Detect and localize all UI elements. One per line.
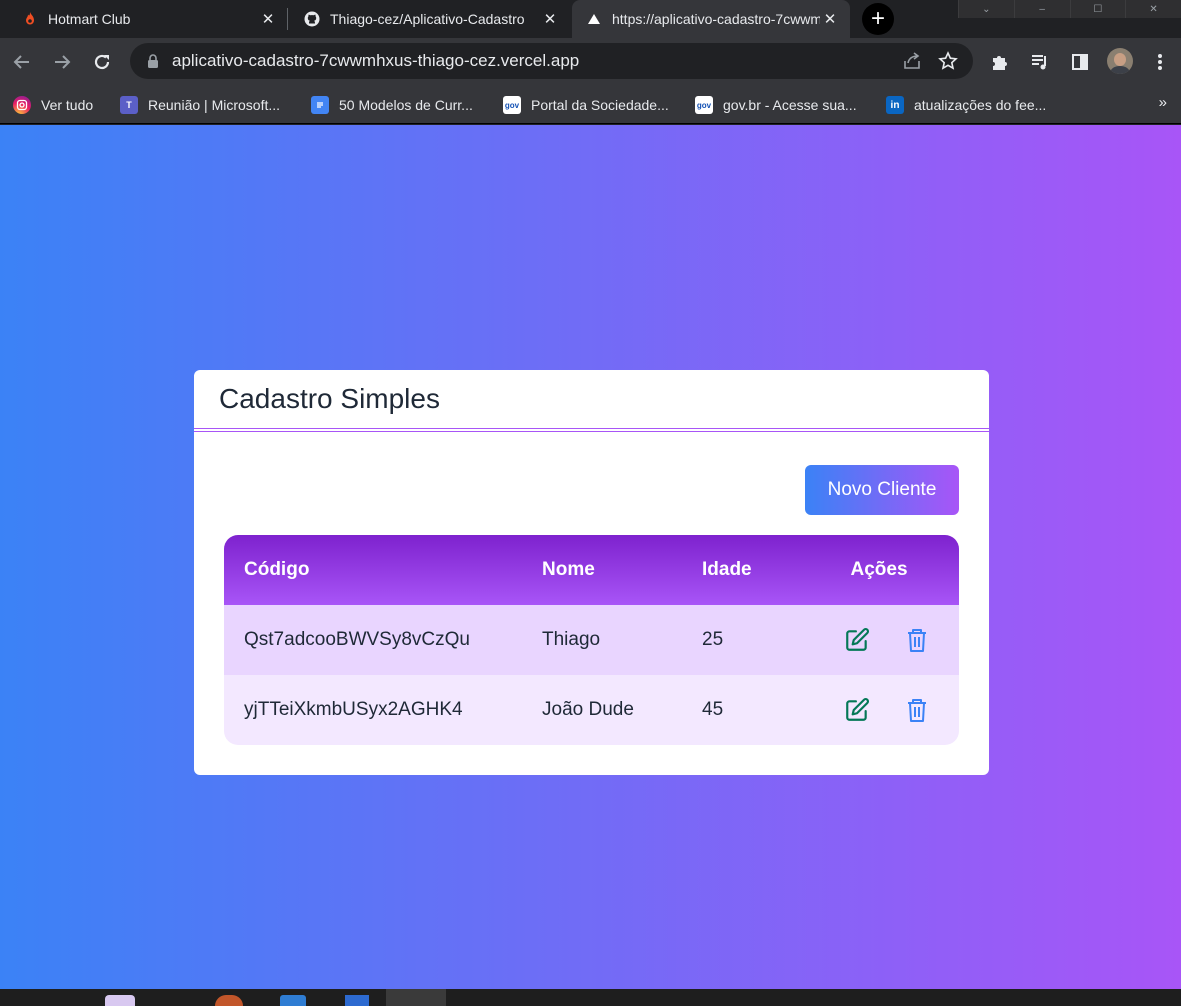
close-icon[interactable]: ✕ <box>540 9 560 29</box>
cell-nome: João Dude <box>542 699 634 720</box>
bookmark-portal-sociedade[interactable]: gov Portal da Sociedade... <box>503 94 669 116</box>
edit-icon[interactable] <box>844 697 870 723</box>
taskbar-widget-icon[interactable] <box>105 995 135 1006</box>
forward-button[interactable] <box>50 50 74 74</box>
docs-icon <box>311 96 329 114</box>
profile-avatar[interactable] <box>1107 48 1133 74</box>
minimize-icon[interactable]: – <box>1013 0 1070 18</box>
column-header-idade: Idade <box>702 559 752 580</box>
trash-icon[interactable] <box>904 627 930 653</box>
maximize-icon[interactable]: ☐ <box>1069 0 1126 18</box>
cell-codigo: yjTTeiXkmbUSyx2AGHK4 <box>244 699 463 720</box>
taskbar-app-icon[interactable] <box>280 995 306 1006</box>
tab-title: Hotmart Club <box>48 11 131 27</box>
column-header-acoes: Ações <box>850 559 908 580</box>
bookmark-gov-br[interactable]: gov gov.br - Acesse sua... <box>695 94 857 116</box>
side-panel-button[interactable] <box>1068 50 1092 74</box>
side-panel-icon <box>1072 54 1088 70</box>
os-taskbar <box>0 989 1181 1006</box>
cell-idade: 45 <box>702 699 724 720</box>
page-background: Cadastro Simples Novo Cliente Código Nom… <box>0 125 1181 989</box>
media-control-button[interactable] <box>1028 50 1052 74</box>
reload-button[interactable] <box>90 50 114 74</box>
star-bookmark-icon[interactable] <box>937 50 959 72</box>
column-header-nome: Nome <box>542 559 595 580</box>
bookmark-ver-tudo[interactable]: Ver tudo <box>13 94 93 116</box>
puzzle-icon <box>993 56 1007 70</box>
bookmark-label: Portal da Sociedade... <box>531 97 669 113</box>
tab-separator <box>287 8 288 30</box>
bookmark-label: atualizações do fee... <box>914 97 1047 113</box>
page-title: Cadastro Simples <box>219 383 440 414</box>
bookmark-linkedin[interactable]: in atualizações do fee... <box>886 94 1046 116</box>
cell-idade: 25 <box>702 629 724 650</box>
table-header: Código Nome Idade Ações <box>224 535 959 605</box>
tab-vercel-app[interactable]: https://aplicativo-cadastro-7cwwmhxus ✕ <box>572 0 850 38</box>
extensions-button[interactable] <box>988 50 1012 74</box>
gov-icon: gov <box>695 96 713 114</box>
cell-codigo: Qst7adcooBWVSy8vCzQu <box>244 629 470 650</box>
table-row: Qst7adcooBWVSy8vCzQu Thiago 25 <box>224 605 959 675</box>
playlist-icon <box>1032 55 1046 70</box>
arrow-right-icon <box>55 55 71 69</box>
taskbar-app-icon[interactable] <box>386 989 446 1006</box>
linkedin-icon: in <box>886 96 904 114</box>
card-header: Cadastro Simples <box>194 370 989 432</box>
reload-icon <box>94 54 110 70</box>
close-icon[interactable]: ✕ <box>258 9 278 29</box>
bookmark-teams[interactable]: T Reunião | Microsoft... <box>120 94 280 116</box>
url-text[interactable]: aplicativo-cadastro-7cwwmhxus-thiago-cez… <box>172 51 901 71</box>
avatar-body <box>1110 66 1130 74</box>
hotmart-flame-icon <box>26 12 34 25</box>
teams-icon: T <box>120 96 138 114</box>
instagram-icon <box>13 96 31 114</box>
new-client-button[interactable]: Novo Cliente <box>805 465 959 515</box>
clients-table: Código Nome Idade Ações Qst7adcooBWVSy8v… <box>224 535 959 745</box>
bookmarks-bar: Ver tudo T Reunião | Microsoft... 50 Mod… <box>0 86 1181 124</box>
bookmark-label: Reunião | Microsoft... <box>148 97 281 113</box>
tab-github[interactable]: Thiago-cez/Aplicativo-Cadastro ✕ <box>290 0 570 38</box>
cell-acoes <box>814 627 959 653</box>
avatar-face <box>1114 53 1126 66</box>
address-bar[interactable]: aplicativo-cadastro-7cwwmhxus-thiago-cez… <box>130 43 973 79</box>
bookmark-docs[interactable]: 50 Modelos de Curr... <box>311 94 473 116</box>
lock-icon[interactable] <box>146 54 160 68</box>
menu-button[interactable] <box>1148 50 1172 74</box>
bookmark-label: 50 Modelos de Curr... <box>339 97 473 113</box>
table-row: yjTTeiXkmbUSyx2AGHK4 João Dude 45 <box>224 675 959 745</box>
tab-title: https://aplicativo-cadastro-7cwwmhxus <box>612 11 820 27</box>
window-controls: ⌄ – ☐ ✕ <box>958 0 1181 18</box>
github-icon <box>304 11 320 27</box>
bookmark-label: Ver tudo <box>41 97 94 113</box>
tab-hotmart[interactable]: Hotmart Club ✕ <box>8 0 288 38</box>
more-bookmarks-button[interactable]: » <box>1159 94 1167 111</box>
arrow-left-icon <box>13 55 29 69</box>
kebab-menu-icon <box>1158 54 1162 70</box>
taskbar-app-icon[interactable] <box>215 995 243 1006</box>
tab-title: Thiago-cez/Aplicativo-Cadastro <box>330 11 525 27</box>
bookmark-label: gov.br - Acesse sua... <box>723 97 857 113</box>
column-header-codigo: Código <box>244 559 310 580</box>
close-window-icon[interactable]: ✕ <box>1125 0 1181 18</box>
gov-icon: gov <box>503 96 521 114</box>
cell-nome: Thiago <box>542 629 601 650</box>
vercel-triangle-icon <box>588 14 600 24</box>
cell-acoes <box>814 697 959 723</box>
tab-search-icon[interactable]: ⌄ <box>958 0 1014 18</box>
back-button[interactable] <box>10 50 34 74</box>
new-tab-button[interactable]: + <box>862 3 894 35</box>
close-icon[interactable]: ✕ <box>820 9 840 29</box>
share-icon[interactable] <box>901 50 923 72</box>
edit-icon[interactable] <box>844 627 870 653</box>
tab-strip: Hotmart Club ✕ Thiago-cez/Aplicativo-Cad… <box>0 0 1181 38</box>
cadastro-card: Cadastro Simples Novo Cliente Código Nom… <box>194 370 989 775</box>
trash-icon[interactable] <box>904 697 930 723</box>
browser-toolbar: aplicativo-cadastro-7cwwmhxus-thiago-cez… <box>0 38 1181 86</box>
taskbar-app-icon[interactable] <box>345 995 369 1006</box>
